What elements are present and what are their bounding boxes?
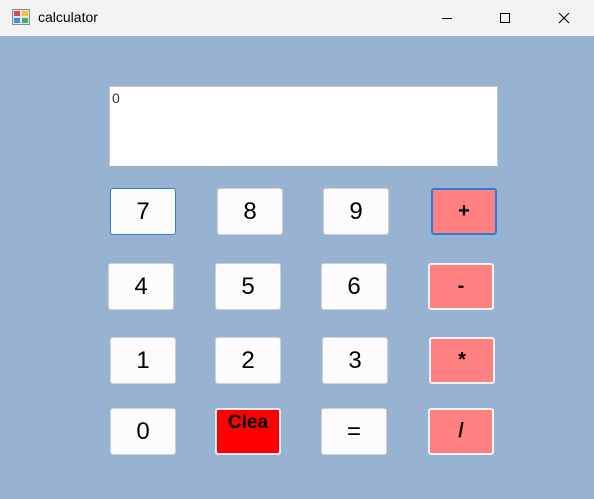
close-button[interactable]: [541, 0, 587, 36]
digit-3-button[interactable]: 3: [322, 337, 388, 384]
plus-button[interactable]: +: [431, 188, 497, 235]
digit-4-button[interactable]: 4: [108, 263, 174, 310]
close-icon: [558, 12, 570, 24]
maximize-icon: [499, 12, 511, 24]
digit-9-button[interactable]: 9: [323, 188, 389, 235]
minimize-icon: [441, 12, 453, 24]
equals-button[interactable]: =: [321, 408, 387, 455]
digit-5-button[interactable]: 5: [215, 263, 281, 310]
digit-1-button[interactable]: 1: [110, 337, 176, 384]
divide-button[interactable]: /: [428, 408, 494, 455]
clear-button[interactable]: Clea: [215, 408, 281, 455]
window-title: calculator: [38, 9, 98, 25]
digit-7-button[interactable]: 7: [110, 188, 176, 235]
digit-6-button[interactable]: 6: [321, 263, 387, 310]
maximize-button[interactable]: [482, 0, 528, 36]
app-icon: [12, 9, 30, 25]
minus-button[interactable]: -: [428, 263, 494, 310]
multiply-button[interactable]: *: [429, 337, 495, 384]
minimize-button[interactable]: [424, 0, 470, 36]
display-field[interactable]: 0: [109, 86, 498, 167]
digit-8-button[interactable]: 8: [217, 188, 283, 235]
title-bar: calculator: [0, 0, 594, 36]
digit-0-button[interactable]: 0: [110, 408, 176, 455]
digit-2-button[interactable]: 2: [215, 337, 281, 384]
